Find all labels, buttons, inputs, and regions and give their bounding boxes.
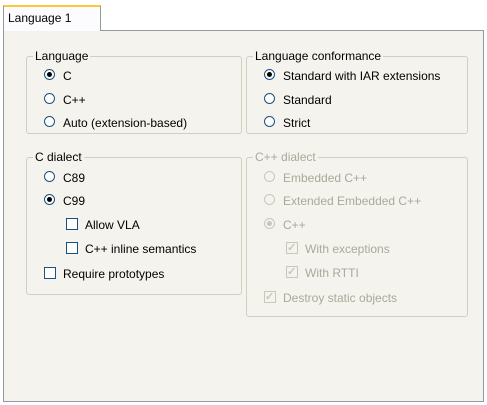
- radio-indicator[interactable]: [264, 116, 275, 127]
- radio-indicator[interactable]: [264, 69, 275, 80]
- options-panel: Language C C++ Auto (extension-based) La…: [3, 30, 484, 402]
- radio-label: Standard with IAR extensions: [283, 69, 441, 83]
- radio-indicator[interactable]: [264, 93, 275, 104]
- radio-indicator[interactable]: [44, 116, 55, 127]
- cpp-dialect-group: C++ dialect Embedded C++ Extended Embedd…: [246, 150, 468, 317]
- radio-label: C: [63, 69, 72, 83]
- language-group: Language C C++ Auto (extension-based): [26, 49, 242, 134]
- radio-label: Auto (extension-based): [63, 116, 188, 130]
- radio-indicator[interactable]: [44, 93, 55, 104]
- checkbox-indicator[interactable]: [66, 242, 78, 254]
- checkbox-label: With exceptions: [305, 242, 390, 256]
- radio-indicator[interactable]: [264, 194, 275, 205]
- checkbox-indicator[interactable]: [286, 264, 298, 280]
- checkbox-indicator[interactable]: [66, 218, 78, 230]
- radio-label: Standard: [283, 93, 332, 107]
- radio-label: C89: [63, 171, 86, 185]
- radio-indicator[interactable]: [264, 218, 275, 229]
- radio-label: Extended Embedded C++: [283, 194, 422, 208]
- radio-indicator[interactable]: [44, 194, 55, 205]
- cpp-dialect-group-title: C++ dialect: [253, 150, 318, 164]
- radio-label: Strict: [283, 116, 311, 130]
- radio-indicator[interactable]: [264, 171, 275, 182]
- radio-indicator[interactable]: [44, 171, 55, 182]
- c-dialect-group-title: C dialect: [33, 150, 84, 164]
- checkbox-indicator[interactable]: [44, 267, 56, 279]
- language-group-title: Language: [33, 49, 91, 63]
- checkbox-label: Destroy static objects: [283, 291, 398, 305]
- checkbox-indicator[interactable]: [264, 289, 276, 305]
- checkbox-label: With RTTI: [305, 266, 359, 280]
- radio-label: C++: [63, 93, 86, 107]
- c-dialect-group: C dialect C89 C99 Allow VLA C++ inline s…: [26, 150, 242, 295]
- radio-indicator[interactable]: [44, 69, 55, 80]
- checkbox-indicator[interactable]: [286, 240, 298, 256]
- conformance-group: Language conformance Standard with IAR e…: [246, 49, 468, 134]
- checkbox-label: C++ inline semantics: [85, 242, 197, 256]
- radio-label: C++: [283, 218, 306, 232]
- tab-language-1[interactable]: Language 1: [3, 5, 101, 31]
- checkbox-label: Allow VLA: [85, 218, 140, 232]
- radio-label: Embedded C++: [283, 171, 368, 185]
- radio-label: C99: [63, 194, 86, 208]
- tab-label: Language 1: [8, 11, 72, 25]
- conformance-group-title: Language conformance: [253, 49, 384, 63]
- checkbox-label: Require prototypes: [63, 267, 165, 281]
